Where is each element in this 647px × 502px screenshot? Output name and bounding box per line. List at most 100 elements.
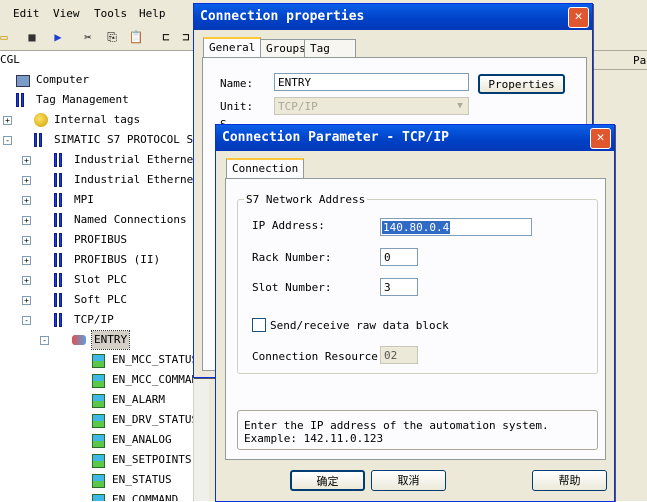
tree-item-label: EN_ANALOG bbox=[112, 433, 172, 446]
align-right-icon[interactable]: ⊐ bbox=[178, 29, 194, 45]
column-header: Par bbox=[590, 51, 647, 70]
name-label: Name: bbox=[220, 77, 254, 90]
connection-panel: S7 Network Address IP Address: 140.80.0.… bbox=[225, 178, 606, 460]
tree-item-label: EN_COMMAND bbox=[112, 493, 179, 501]
tree-item[interactable]: - SIMATIC S7 PROTOCOL SUITE bbox=[0, 131, 193, 149]
tree-item-label: EN_ALARM bbox=[112, 393, 165, 406]
tree-item[interactable]: EN_SETPOINTS bbox=[0, 451, 193, 469]
tree-item[interactable]: EN_MCC_COMMAND bbox=[0, 371, 193, 389]
collapse-icon[interactable]: - bbox=[3, 136, 12, 145]
tree-item[interactable]: EN_ALARM bbox=[0, 391, 193, 409]
raw-data-checkbox[interactable] bbox=[252, 318, 266, 332]
tag-group-icon bbox=[92, 414, 105, 428]
slot-number-input[interactable]: 3 bbox=[380, 278, 418, 296]
expand-icon[interactable]: + bbox=[22, 296, 31, 305]
menu-tools[interactable]: Tools bbox=[94, 7, 127, 20]
hint-line-2: Example: 142.11.0.123 bbox=[244, 432, 384, 445]
channel-icon bbox=[54, 153, 64, 167]
cut-icon[interactable]: ✂ bbox=[80, 29, 96, 45]
channel-icon bbox=[54, 293, 64, 307]
ip-address-label: IP Address: bbox=[252, 219, 325, 232]
menu-help[interactable]: Help bbox=[139, 7, 166, 20]
help-button[interactable]: 帮助 bbox=[532, 470, 607, 491]
collapse-icon[interactable]: - bbox=[22, 316, 31, 325]
channel-icon bbox=[54, 273, 64, 287]
connection-icon bbox=[72, 335, 86, 345]
collapse-icon[interactable]: - bbox=[40, 336, 49, 345]
column-header-label: Par bbox=[633, 54, 647, 67]
tab-connection[interactable]: Connection bbox=[226, 158, 305, 180]
unit-label: Unit: bbox=[220, 100, 254, 113]
tree-item[interactable]: + MPI bbox=[0, 191, 193, 209]
tree-item[interactable]: + Soft PLC bbox=[0, 291, 193, 309]
close-icon[interactable]: ✕ bbox=[568, 7, 589, 28]
expand-icon[interactable]: + bbox=[22, 256, 31, 265]
channel-icon bbox=[54, 193, 64, 207]
name-input[interactable]: ENTRY bbox=[274, 73, 469, 91]
tag-group-icon bbox=[92, 394, 105, 408]
tree-item[interactable]: + Internal tags bbox=[0, 111, 193, 129]
tag-group-icon bbox=[92, 454, 105, 468]
paste-icon[interactable]: 📋 bbox=[128, 29, 144, 45]
channel-icon bbox=[54, 253, 64, 267]
tree-root[interactable]: CGL bbox=[0, 51, 20, 69]
connection-properties-titlebar[interactable]: Connection properties bbox=[194, 4, 592, 30]
tab-general[interactable]: General bbox=[203, 37, 262, 59]
tree-item[interactable]: Tag Management bbox=[0, 91, 193, 109]
menu-edit[interactable]: Edit bbox=[13, 7, 40, 20]
tree-item-label: Named Connections bbox=[74, 213, 187, 226]
expand-icon[interactable]: + bbox=[22, 236, 31, 245]
tree-item[interactable]: + Industrial Ethernet bbox=[0, 151, 193, 169]
expand-icon[interactable]: + bbox=[22, 216, 31, 225]
tree-item-label: PROFIBUS (II) bbox=[74, 253, 161, 266]
tree-item[interactable]: Computer bbox=[0, 71, 193, 89]
tree-item-label: Computer bbox=[36, 73, 89, 86]
tree-item[interactable]: - ENTRY bbox=[0, 330, 193, 350]
properties-button[interactable]: Properties bbox=[478, 74, 565, 94]
tab-tag[interactable]: Tag bbox=[304, 39, 356, 58]
group-title: S7 Network Address bbox=[244, 193, 368, 206]
align-icon[interactable]: ⊏ bbox=[158, 29, 174, 45]
tree-item[interactable]: EN_COMMAND bbox=[0, 491, 193, 501]
ok-button[interactable]: 确定 bbox=[290, 470, 365, 491]
tree-item[interactable]: EN_DRV_STATUS bbox=[0, 411, 193, 429]
tree-item[interactable]: + PROFIBUS (II) bbox=[0, 251, 193, 269]
computer-icon bbox=[16, 75, 30, 87]
menu-view[interactable]: View bbox=[53, 7, 80, 20]
tree-item-label: Slot PLC bbox=[74, 273, 127, 286]
channel-icon bbox=[54, 313, 64, 327]
tree-item[interactable]: - TCP/IP bbox=[0, 311, 193, 329]
expand-icon[interactable]: + bbox=[22, 196, 31, 205]
copy-icon[interactable]: ⎘ bbox=[104, 29, 120, 45]
rack-number-input[interactable]: 0 bbox=[380, 248, 418, 266]
chevron-down-icon: ▼ bbox=[457, 101, 463, 111]
stop-icon[interactable]: ■ bbox=[24, 29, 40, 45]
expand-icon[interactable]: + bbox=[22, 276, 31, 285]
tree-item[interactable]: EN_MCC_STATUS bbox=[0, 351, 193, 369]
slot-number-label: Slot Number: bbox=[252, 281, 332, 294]
open-icon[interactable]: ▭ bbox=[0, 29, 12, 45]
expand-icon[interactable]: + bbox=[3, 116, 12, 125]
ip-address-value: 140.80.0.4 bbox=[382, 221, 451, 234]
tree-item-label: SIMATIC S7 PROTOCOL SUITE bbox=[54, 133, 193, 146]
project-tree: CGL Computer Tag Management + Internal tags… bbox=[0, 51, 193, 501]
tree-item-label: TCP/IP bbox=[74, 313, 114, 326]
connection-parameter-window: Connection Parameter - TCP/IP ✕ Connecti… bbox=[215, 124, 615, 502]
tag-group-icon bbox=[92, 434, 105, 448]
tree-item[interactable]: + PROFIBUS bbox=[0, 231, 193, 249]
channel-icon bbox=[54, 213, 64, 227]
ip-address-input[interactable]: 140.80.0.4 bbox=[380, 218, 532, 236]
tree-item[interactable]: EN_ANALOG bbox=[0, 431, 193, 449]
tree-item[interactable]: EN_STATUS bbox=[0, 471, 193, 489]
connection-parameter-titlebar[interactable]: Connection Parameter - TCP/IP bbox=[216, 125, 614, 151]
play-icon[interactable]: ▶ bbox=[50, 29, 66, 45]
close-icon[interactable]: ✕ bbox=[590, 128, 611, 149]
cancel-button[interactable]: 取消 bbox=[371, 470, 446, 491]
expand-icon[interactable]: + bbox=[22, 156, 31, 165]
tag-group-icon bbox=[92, 354, 105, 368]
tree-item[interactable]: + Industrial Ethernet (II bbox=[0, 171, 193, 189]
expand-icon[interactable]: + bbox=[22, 176, 31, 185]
tree-item-label: Industrial Ethernet (II bbox=[74, 173, 193, 186]
tree-item[interactable]: + Slot PLC bbox=[0, 271, 193, 289]
tree-item[interactable]: + Named Connections bbox=[0, 211, 193, 229]
